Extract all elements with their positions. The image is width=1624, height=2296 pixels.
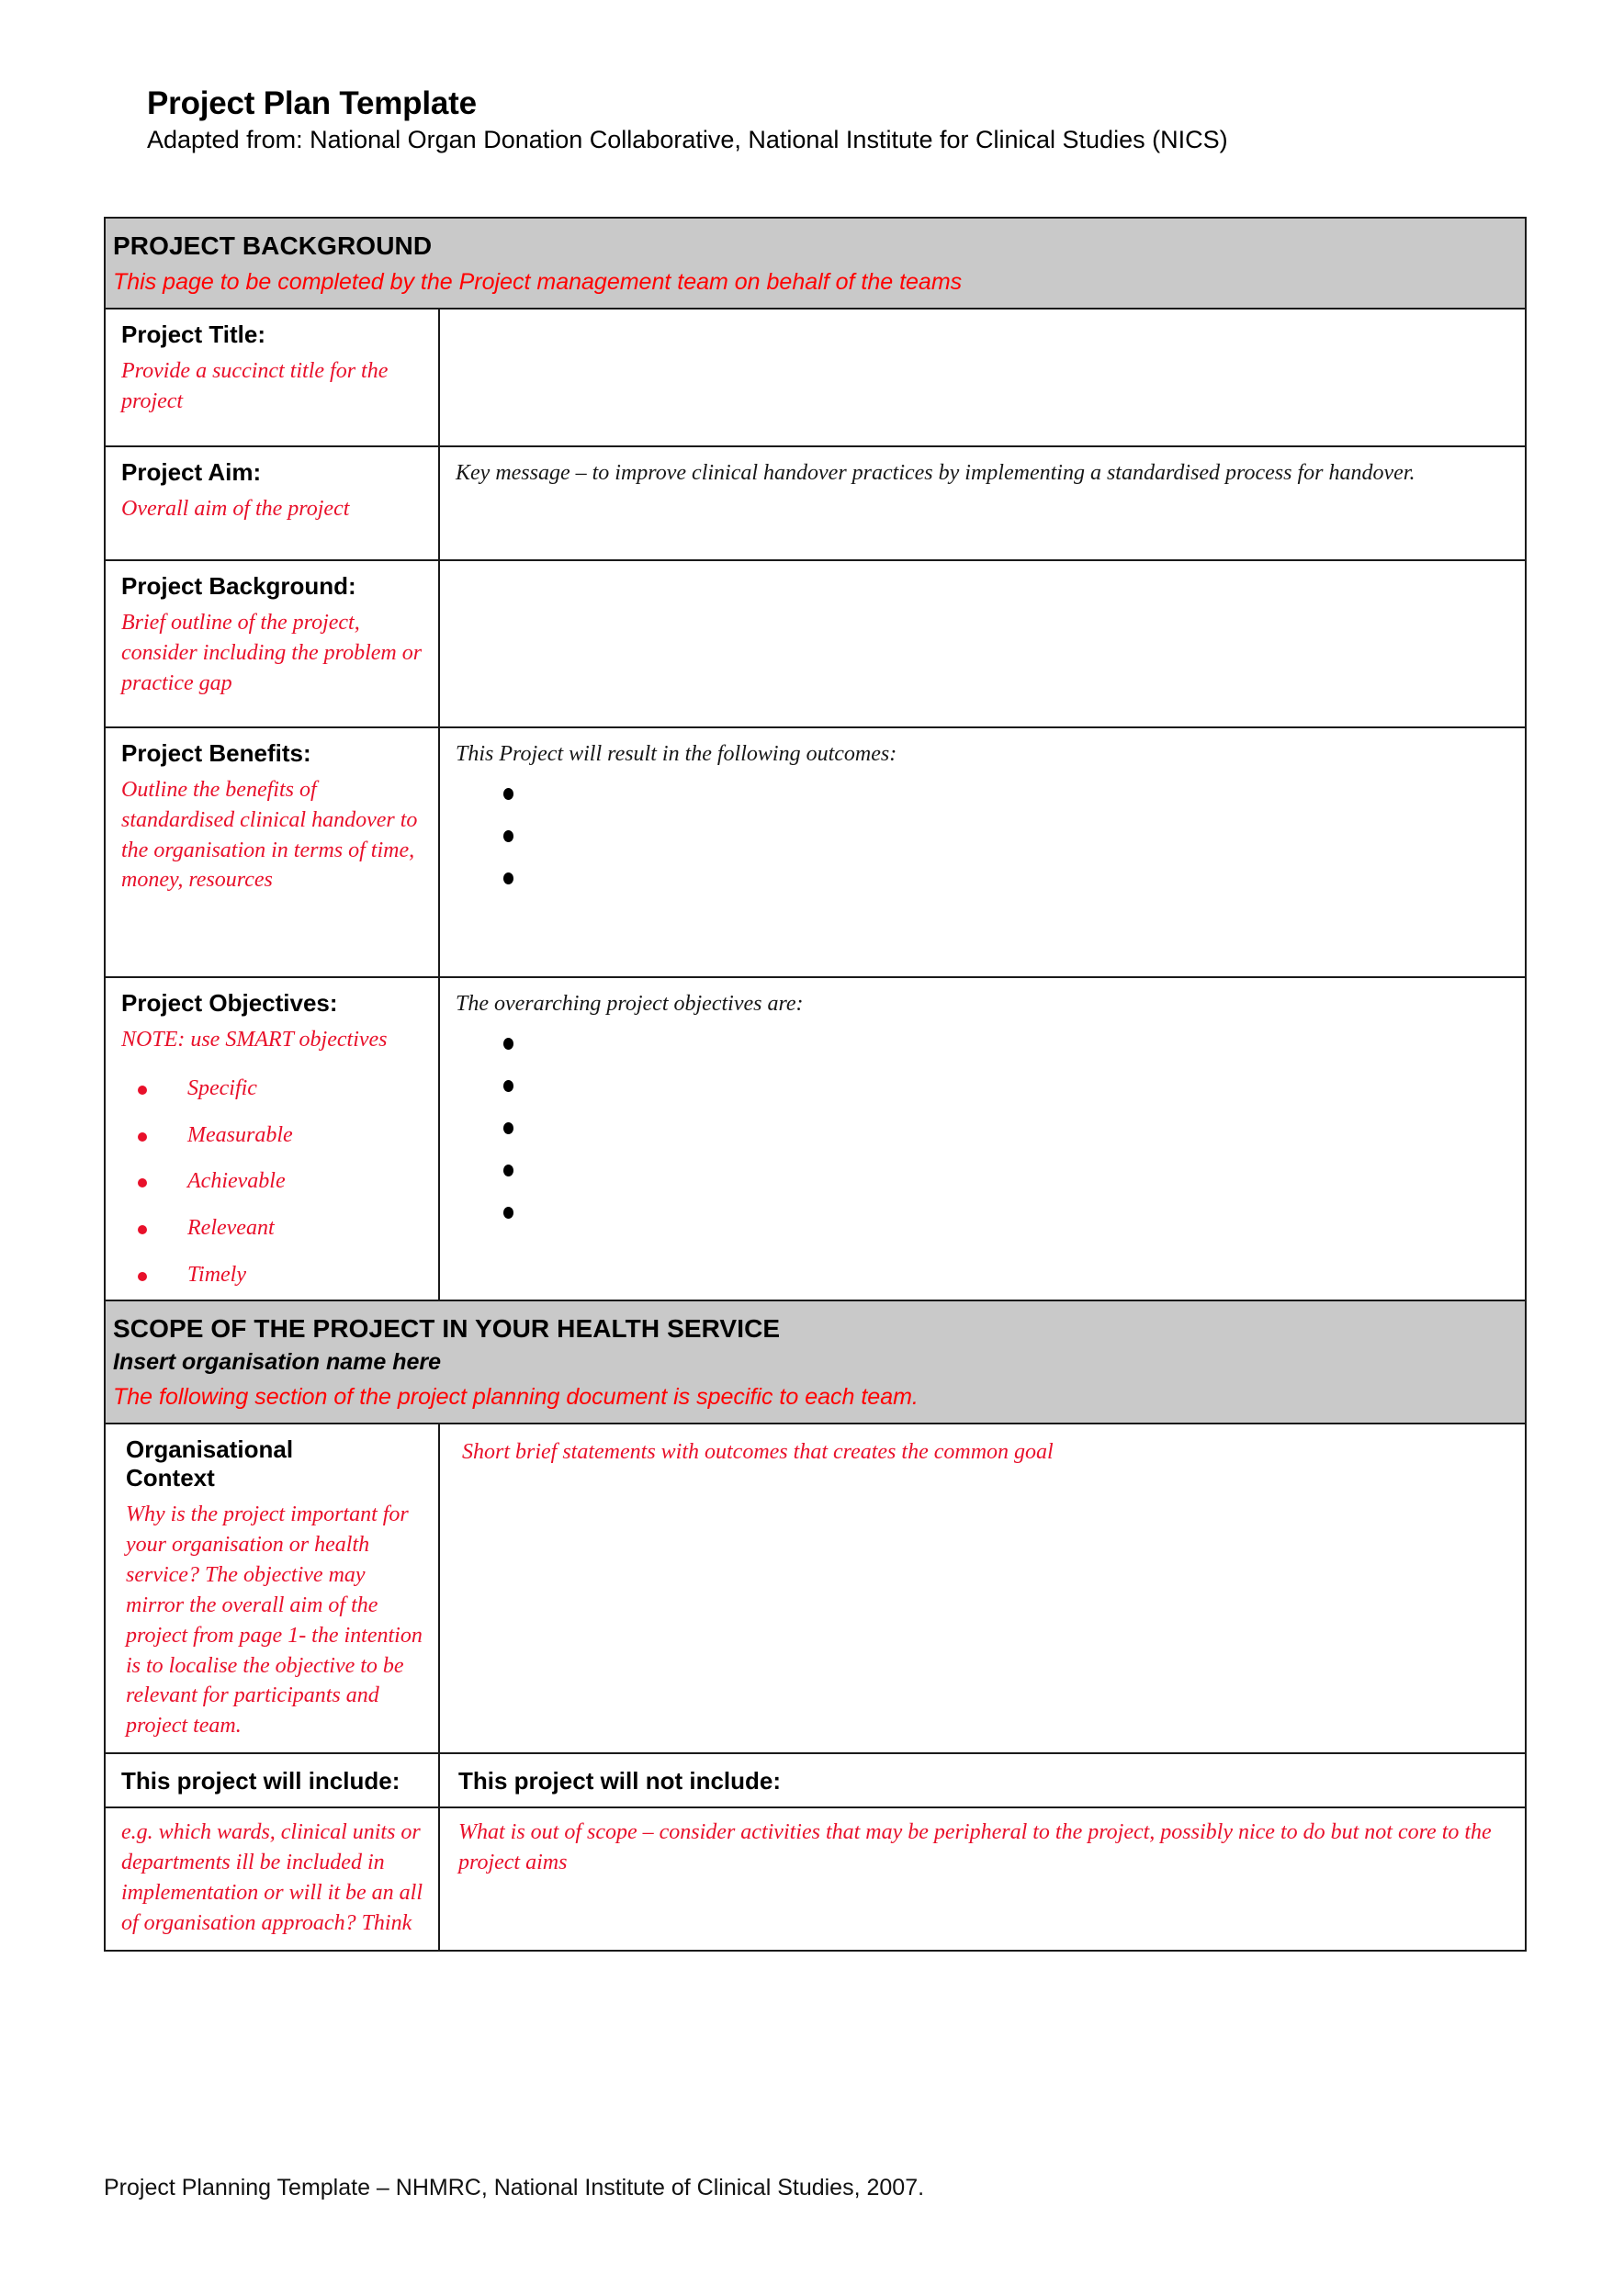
field-hint-organisational-context: Why is the project important for your or… [126,1503,423,1739]
value-cell-project-background[interactable] [437,558,1528,728]
section-note-scope: The following section of the project pla… [113,1384,919,1411]
value-cell-project-title[interactable] [437,307,1528,447]
field-value-organisational-context: Short brief statements with outcomes tha… [462,1439,1054,1464]
field-hint-project-aim: Overall aim of the project [121,496,350,521]
field-hint-project-background: Brief outline of the project, consider i… [121,610,423,695]
label-cell-organisational-context: Organisational Context Why is the projec… [104,1422,440,1755]
smart-label: Timely [187,1262,246,1287]
section-band-project-background: PROJECT BACKGROUND This page to be compl… [103,217,1528,310]
project-plan-table: PROJECT BACKGROUND This page to be compl… [103,217,1528,1952]
field-label-not-include: This project will not include: [458,1767,782,1795]
value-cell-not-include[interactable]: What is out of scope – consider activiti… [437,1806,1528,1952]
table-row-project-benefits: Project Benefits: Outline the benefits o… [104,726,1528,978]
field-value-project-aim: Key message – to improve clinical handov… [456,460,1415,485]
list-item[interactable] [503,1031,1512,1074]
bullet-list-project-benefits [456,782,1512,908]
value-cell-project-benefits[interactable]: This Project will result in the followin… [437,726,1528,978]
field-value-lead-project-objectives: The overarching project objectives are: [456,991,804,1016]
field-label-include: This project will include: [121,1767,400,1795]
list-item[interactable] [503,824,1512,866]
list-item[interactable] [503,1074,1512,1116]
table-row-project-objectives: Project Objectives: NOTE: use SMART obje… [104,975,1528,1301]
list-item[interactable] [503,1200,1512,1243]
section-subtitle-scope: Insert organisation name here [113,1348,442,1375]
smart-label: Releveant [187,1216,275,1241]
document-header: Project Plan Template Adapted from: Nati… [147,84,1479,156]
value-cell-project-aim[interactable]: Key message – to improve clinical handov… [437,445,1528,561]
value-cell-include[interactable]: e.g. which wards, clinical units or depa… [104,1806,440,1952]
smart-bullet-list: Specific Measurable Achievable Releveant… [121,1075,425,1289]
field-label-project-aim: Project Aim: [121,457,262,486]
table-row-scope-bodies: e.g. which wards, clinical units or depa… [104,1806,1528,1952]
band-cell-project-background: PROJECT BACKGROUND This page to be compl… [103,217,1528,310]
document-subtitle: Adapted from: National Organ Donation Co… [147,126,1228,154]
section-note-project-background: This page to be completed by the Project… [113,269,963,296]
list-item-smart-timely: Timely [138,1262,425,1289]
list-item[interactable] [503,866,1512,908]
smart-label: Measurable [187,1122,293,1147]
field-hint-project-objectives: NOTE: use SMART objectives [121,1027,388,1052]
field-label-project-objectives: Project Objectives: [121,988,338,1017]
page-title: Project Plan Template [147,85,477,121]
list-item-smart-achievable: Achievable [138,1168,425,1195]
band-cell-scope: SCOPE OF THE PROJECT IN YOUR HEALTH SERV… [103,1299,1528,1424]
list-item[interactable] [503,782,1512,824]
table-row-organisational-context: Organisational Context Why is the projec… [104,1422,1528,1755]
smart-label: Specific [187,1075,257,1100]
value-cell-organisational-context[interactable]: Short brief statements with outcomes tha… [437,1422,1528,1755]
field-hint-include: e.g. which wards, clinical units or depa… [121,1820,423,1936]
section-title-scope: SCOPE OF THE PROJECT IN YOUR HEALTH SERV… [113,1313,781,1343]
value-cell-project-objectives[interactable]: The overarching project objectives are: [437,975,1528,1301]
header-cell-include: This project will include: [104,1752,440,1809]
table-row-scope-headers: This project will include: This project … [104,1752,1528,1809]
smart-label: Achievable [187,1169,286,1194]
list-item-smart-specific: Specific [138,1075,425,1102]
field-label-project-title: Project Title: [121,320,266,348]
table-row-project-title: Project Title: Provide a succinct title … [104,307,1528,447]
document-page: Project Plan Template Adapted from: Nati… [0,0,1624,2296]
table-row-project-background: Project Background: Brief outline of the… [104,558,1528,728]
section-title-project-background: PROJECT BACKGROUND [113,231,433,260]
list-item-smart-relevant: Releveant [138,1215,425,1242]
label-cell-project-benefits: Project Benefits: Outline the benefits o… [104,726,440,978]
field-label-project-benefits: Project Benefits: [121,738,311,767]
section-band-scope: SCOPE OF THE PROJECT IN YOUR HEALTH SERV… [103,1299,1528,1424]
list-item[interactable] [503,1116,1512,1158]
label-cell-project-title: Project Title: Provide a succinct title … [104,307,440,447]
field-hint-project-benefits: Outline the benefits of standardised cli… [121,777,418,893]
field-hint-not-include: What is out of scope – consider activiti… [458,1820,1492,1875]
field-label-organisational-context: Organisational Context [126,1435,294,1492]
header-cell-not-include: This project will not include: [437,1752,1528,1809]
field-hint-project-title: Provide a succinct title for the project [121,358,389,413]
field-value-lead-project-benefits: This Project will result in the followin… [456,741,897,766]
page-footer: Project Planning Template – NHMRC, Natio… [104,2175,925,2200]
bullet-list-project-objectives [456,1031,1512,1243]
field-label-project-background: Project Background: [121,571,356,600]
list-item[interactable] [503,1158,1512,1200]
label-cell-project-background: Project Background: Brief outline of the… [104,558,440,728]
label-cell-project-aim: Project Aim: Overall aim of the project [104,445,440,561]
list-item-smart-measurable: Measurable [138,1122,425,1149]
label-cell-project-objectives: Project Objectives: NOTE: use SMART obje… [104,975,440,1301]
table-row-project-aim: Project Aim: Overall aim of the project … [104,445,1528,561]
